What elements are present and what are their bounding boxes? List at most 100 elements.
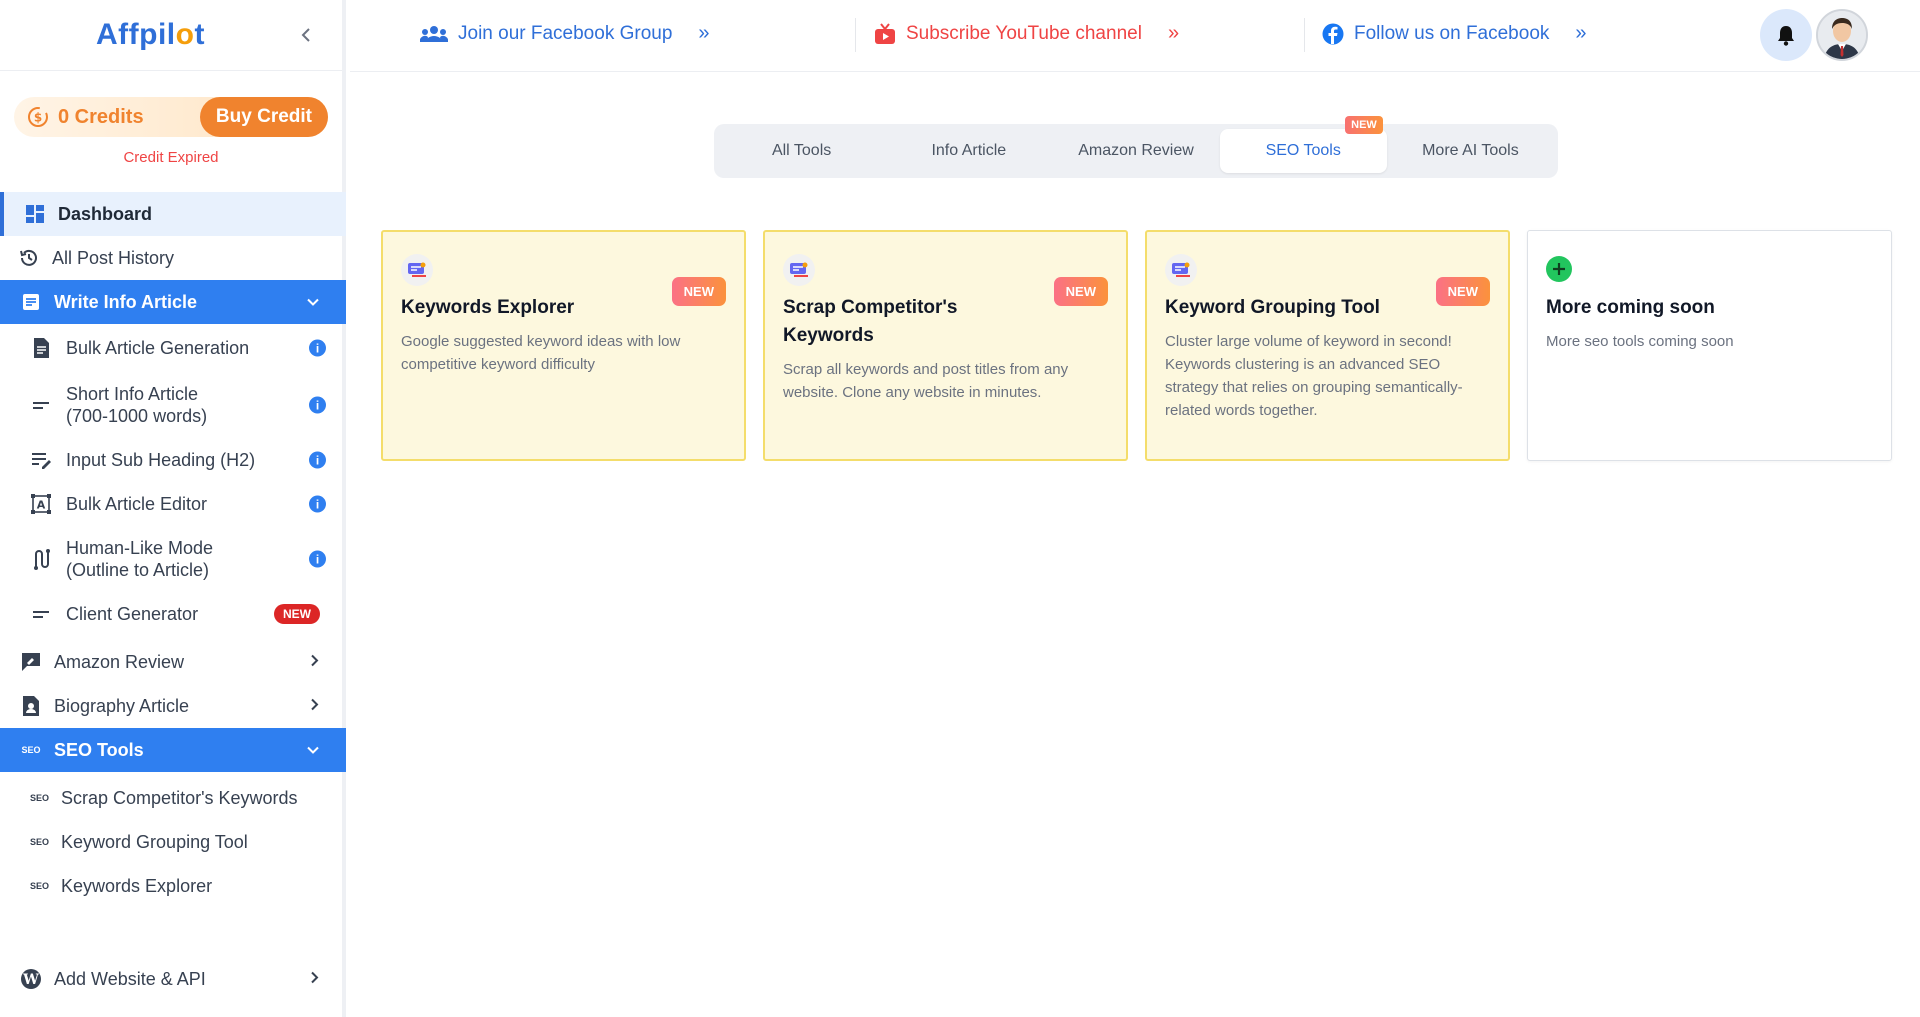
seo-icon: SEO: [30, 837, 50, 847]
card-more-coming-soon: More coming soon More seo tools coming s…: [1527, 230, 1892, 461]
wordpress-icon: W: [20, 968, 42, 990]
double-chevron-right-icon: »: [1575, 22, 1587, 44]
topbar: Join our Facebook Group » Subscribe YouT…: [350, 0, 1920, 72]
dashboard-icon: [24, 203, 46, 225]
seo-icon: SEO: [30, 793, 50, 803]
notifications-button[interactable]: [1760, 9, 1812, 61]
chevron-down-icon: [306, 740, 320, 761]
sidebar-item-input-sub-heading[interactable]: Input Sub Heading (H2) i: [0, 438, 346, 482]
card-scrap-competitors-keywords[interactable]: Scrap Competitor's Keywords Scrap all ke…: [763, 230, 1128, 461]
new-badge: NEW: [1435, 277, 1490, 306]
tab-seo-tools[interactable]: SEO Tools NEW: [1219, 116, 1387, 173]
card-title: Scrap Competitor's Keywords: [783, 297, 958, 346]
article-icon: [20, 291, 42, 313]
new-badge: NEW: [671, 277, 726, 306]
card-keyword-grouping-tool[interactable]: Keyword Grouping Tool Cluster large volu…: [1145, 230, 1510, 461]
collapse-sidebar-button[interactable]: [294, 23, 318, 47]
chevron-left-icon: [301, 28, 310, 42]
card-keywords-explorer[interactable]: Keywords Explorer Google suggested keywo…: [381, 230, 746, 461]
svg-text:W: W: [22, 972, 39, 988]
facebook-icon: [1322, 23, 1344, 44]
biography-icon: [20, 695, 42, 717]
info-icon[interactable]: i: [309, 396, 326, 414]
new-badge: NEW: [1053, 277, 1108, 306]
sidebar-item-keywords-explorer[interactable]: SEO Keywords Explorer: [0, 864, 346, 908]
sidebar-item-dashboard[interactable]: Dashboard: [0, 192, 346, 236]
app-logo[interactable]: Affpilot: [96, 18, 205, 52]
sidebar: Affpilot $ 0 Credits Buy Credit Credit E…: [0, 0, 346, 1017]
card-description: More seo tools coming soon: [1546, 333, 1734, 350]
subscribe-youtube-link[interactable]: Subscribe YouTube channel »: [874, 22, 1179, 45]
tab-more-ai-tools[interactable]: More AI Tools: [1387, 129, 1554, 173]
tools-tabs: All Tools Info Article Amazon Review SEO…: [714, 116, 1558, 178]
sidebar-item-write-info-article[interactable]: Write Info Article: [0, 280, 346, 324]
chevron-right-icon: [310, 969, 320, 990]
sidebar-item-history[interactable]: All Post History: [0, 236, 346, 280]
sidebar-item-human-like-mode[interactable]: Human-Like Mode (Outline to Article) i: [0, 526, 346, 592]
review-icon: [20, 651, 42, 673]
route-icon: [30, 548, 52, 570]
tab-info-article[interactable]: Info Article: [885, 129, 1052, 173]
double-chevron-right-icon: »: [1167, 22, 1180, 44]
svg-text:A: A: [37, 499, 46, 512]
chevron-right-icon: [310, 652, 320, 673]
chevron-down-icon: [306, 292, 320, 313]
seo-tool-icon: [401, 254, 433, 286]
svg-text:$: $: [34, 111, 42, 125]
join-facebook-group-link[interactable]: Join our Facebook Group »: [420, 22, 710, 45]
new-badge: NEW: [1345, 116, 1383, 134]
sidebar-item-seo-tools[interactable]: SEO SEO Tools: [0, 728, 346, 772]
avatar-icon: [1818, 11, 1866, 59]
double-chevron-right-icon: »: [698, 22, 710, 44]
buy-credit-button[interactable]: Buy Credit: [199, 97, 328, 137]
sidebar-item-keyword-grouping-tool[interactable]: SEO Keyword Grouping Tool: [0, 820, 346, 864]
sidebar-item-biography-article[interactable]: Biography Article: [0, 684, 346, 728]
sidebar-item-bulk-article-editor[interactable]: A Bulk Article Editor i: [0, 482, 346, 526]
card-title: Keyword Grouping Tool: [1165, 297, 1380, 318]
plus-icon: [1546, 256, 1572, 282]
info-icon[interactable]: i: [309, 339, 326, 357]
card-description: Cluster large volume of keyword in secon…: [1165, 333, 1463, 419]
sidebar-item-short-info-article[interactable]: Short Info Article (700-1000 words) i: [0, 372, 346, 438]
text-frame-icon: A: [30, 493, 52, 515]
tab-all-tools[interactable]: All Tools: [718, 129, 885, 173]
tab-amazon-review[interactable]: Amazon Review: [1052, 129, 1219, 173]
tool-cards: Keywords Explorer Google suggested keywo…: [381, 230, 1892, 461]
short-text-icon: [30, 603, 52, 625]
seo-tool-icon: [1165, 254, 1197, 286]
info-icon[interactable]: i: [309, 550, 326, 568]
document-icon: [30, 337, 52, 359]
bell-icon: [1778, 26, 1794, 46]
follow-facebook-link[interactable]: Follow us on Facebook »: [1322, 22, 1587, 45]
sidebar-nav: Dashboard All Post History Write Info Ar…: [0, 192, 346, 1001]
seo-tool-icon: [783, 254, 815, 286]
group-icon: [420, 25, 448, 42]
credits-amount: 0 Credits: [58, 105, 144, 128]
seo-icon: SEO: [30, 881, 50, 891]
sidebar-item-add-website-api[interactable]: W Add Website & API: [0, 957, 346, 1001]
seo-icon: SEO: [21, 745, 41, 755]
credits-section: $ 0 Credits Buy Credit Credit Expired: [0, 71, 342, 166]
edit-list-icon: [30, 449, 52, 471]
divider: [855, 18, 856, 52]
chevron-right-icon: [310, 696, 320, 717]
new-badge: NEW: [274, 604, 320, 624]
card-description: Scrap all keywords and post titles from …: [783, 361, 1069, 401]
history-icon: [18, 247, 40, 269]
short-text-icon: [30, 394, 52, 416]
info-icon[interactable]: i: [309, 451, 326, 469]
sidebar-item-bulk-article-generation[interactable]: Bulk Article Generation i: [0, 324, 346, 372]
credits-pill: $ 0 Credits Buy Credit: [14, 97, 328, 137]
sidebar-item-client-generator[interactable]: Client Generator NEW: [0, 592, 346, 636]
info-icon[interactable]: i: [309, 495, 326, 513]
sidebar-item-amazon-review[interactable]: Amazon Review: [0, 640, 346, 684]
card-description: Google suggested keyword ideas with low …: [401, 333, 681, 373]
logo-row: Affpilot: [0, 0, 342, 71]
card-title: Keywords Explorer: [401, 297, 575, 318]
divider: [1304, 18, 1305, 52]
youtube-icon: [875, 22, 895, 44]
credit-status: Credit Expired: [123, 149, 219, 166]
user-avatar[interactable]: [1816, 9, 1868, 61]
credit-coin-icon: $: [28, 107, 48, 127]
sidebar-item-scrap-competitors-keywords[interactable]: SEO Scrap Competitor's Keywords: [0, 776, 346, 820]
